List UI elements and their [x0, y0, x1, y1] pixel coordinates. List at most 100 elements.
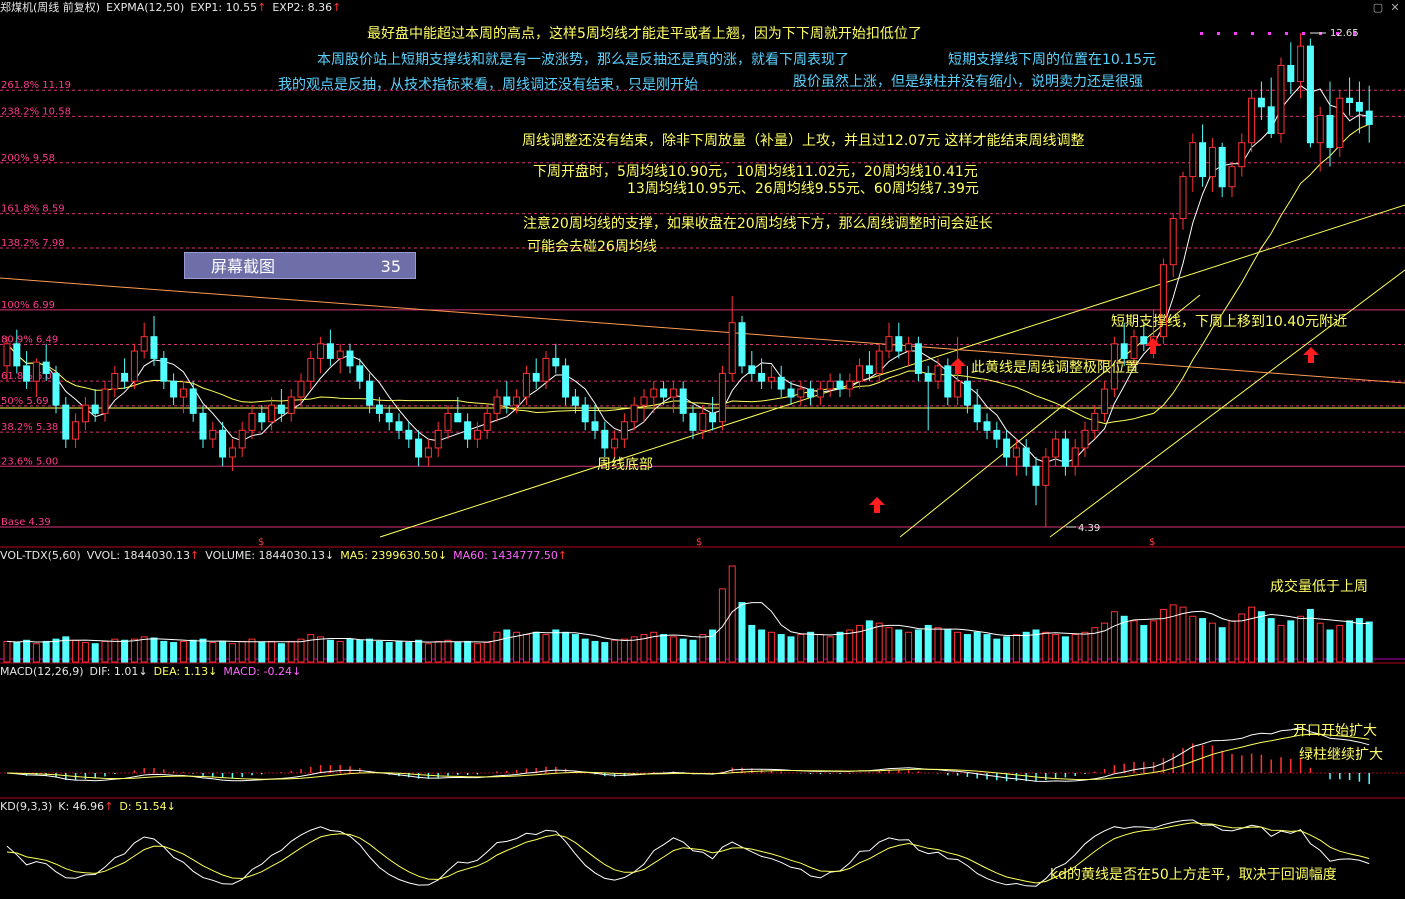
candle-body	[816, 388, 824, 398]
candle-body	[326, 343, 334, 359]
volume-bar	[405, 642, 413, 663]
dif-value: DIF: 1.01↓	[89, 665, 148, 678]
volume-header: VOL-TDX(5,60) VVOL: 1844030.13↑ VOLUME: 18…	[0, 548, 573, 564]
volume-bar	[611, 639, 619, 663]
volume-bar	[150, 637, 158, 663]
volume-bar	[679, 638, 687, 663]
candle-body	[1365, 110, 1373, 125]
candle-body	[787, 388, 795, 398]
exp1-value: EXP1: 10.55↑	[190, 1, 267, 14]
chart-stage: 261.8% 11.19 238.2% 10.58 200% 9.58 161.8% …	[0, 0, 1405, 899]
macd-indicator-name[interactable]: MACD(12,26,9)	[0, 665, 84, 678]
candle-body	[963, 380, 971, 406]
main-indicator-header: 郑煤机(周线 前复权) EXPMA(12,50) EXP1: 10.55↑ EXP2:…	[0, 0, 347, 16]
k-value: K: 46.96↑	[58, 800, 114, 813]
volume-bar	[954, 631, 962, 663]
candle-body	[767, 376, 775, 382]
volume-bar	[1012, 634, 1020, 663]
vol-indicator-name[interactable]: VOL-TDX(5,60)	[0, 549, 81, 562]
candle-body	[620, 421, 628, 440]
candle-body	[1012, 447, 1020, 458]
volume-bar	[81, 642, 89, 663]
volume-bar	[248, 638, 256, 663]
candle-body	[32, 361, 40, 382]
stock-title[interactable]: 郑煤机(周线 前复权)	[0, 1, 100, 14]
candle-body	[287, 396, 295, 414]
volume-bar	[444, 639, 452, 663]
close-icon[interactable]: ✕	[1389, 2, 1401, 14]
candle-body	[121, 372, 129, 382]
candle-body	[434, 429, 442, 449]
volume-bar	[1267, 618, 1275, 663]
candle-body	[914, 343, 922, 374]
volume-bar	[591, 640, 599, 663]
candle-body	[532, 372, 540, 382]
volume-bar	[121, 639, 129, 663]
restore-icon[interactable]: ▢	[1372, 2, 1384, 14]
annotation-text: 此黄线是周线调整极限位置	[971, 359, 1139, 376]
volume-bar	[493, 631, 501, 663]
volume-bar	[983, 634, 991, 663]
candle-body	[346, 350, 354, 367]
volume-bar	[1130, 620, 1138, 663]
candle-body	[689, 412, 697, 431]
volume-bar	[72, 639, 80, 663]
up-arrow-icon	[950, 358, 966, 374]
svg-text:$: $	[1149, 537, 1155, 548]
descending-resistance-line	[0, 277, 1405, 384]
volume-bar	[395, 640, 403, 663]
volume-bar	[130, 638, 138, 663]
volume-bar	[1042, 631, 1050, 663]
candle-body	[699, 412, 707, 431]
volume-bar	[375, 640, 383, 663]
candle-body	[297, 380, 305, 398]
volume-bar	[777, 634, 785, 663]
volume-bar	[1346, 620, 1354, 663]
volume-bar	[601, 642, 609, 663]
annotation-text: 短期支撑线下周的位置在10.15元	[948, 52, 1156, 68]
candle-body	[640, 396, 648, 406]
expma-name[interactable]: EXPMA(12,50)	[106, 1, 184, 14]
candle-body	[885, 336, 893, 352]
candle-body	[1140, 336, 1148, 345]
volume-bar	[895, 629, 903, 663]
candle-body	[738, 322, 746, 367]
candle-body	[611, 438, 619, 449]
volume-bar	[963, 634, 971, 663]
screenshot-tooltip[interactable]: 屏幕截图 35	[184, 252, 416, 279]
volume-bar	[532, 631, 540, 663]
candle-body	[493, 396, 501, 414]
candle-body	[1248, 97, 1256, 144]
volume-bar	[836, 631, 844, 663]
kd-indicator-name[interactable]: KD(9,3,3)	[0, 800, 52, 813]
candle-body	[199, 412, 207, 440]
price-high-label: 12.65	[1330, 28, 1359, 39]
candle-body	[13, 343, 21, 367]
candle-body	[709, 412, 717, 423]
candle-body	[248, 412, 256, 431]
fib-label: Base 4.39	[1, 517, 51, 528]
volume-bar	[238, 640, 246, 663]
candle-body	[591, 421, 599, 431]
volume-bar	[1061, 636, 1069, 663]
annotation-text: 开口开始扩大	[1293, 723, 1377, 739]
candle-body	[846, 380, 854, 390]
volume-bar	[1355, 618, 1363, 663]
candle-body	[905, 343, 913, 352]
volume-bar	[699, 634, 707, 663]
volume-bar	[581, 638, 589, 663]
volume-bar	[1003, 636, 1011, 663]
top-mark	[1302, 32, 1305, 35]
annotation-text: 周线调整还没有结束，除非下周放量（补量）上攻，并且过12.07元 这样才能结束周…	[522, 132, 1085, 149]
volume-bar	[140, 636, 148, 663]
volume-bar	[669, 636, 677, 663]
volume-bar	[571, 634, 579, 663]
candle-body	[160, 357, 168, 382]
volume-bar	[816, 634, 824, 663]
candle-body	[1179, 176, 1187, 220]
annotation-text: 注意20周均线的支撑，如果收盘在20周均线下方，那么周线调整时间会延长	[523, 215, 993, 232]
candle-body	[522, 372, 530, 398]
volume-bar	[189, 639, 197, 663]
volume-bar	[454, 642, 462, 663]
candle-body	[601, 429, 609, 449]
